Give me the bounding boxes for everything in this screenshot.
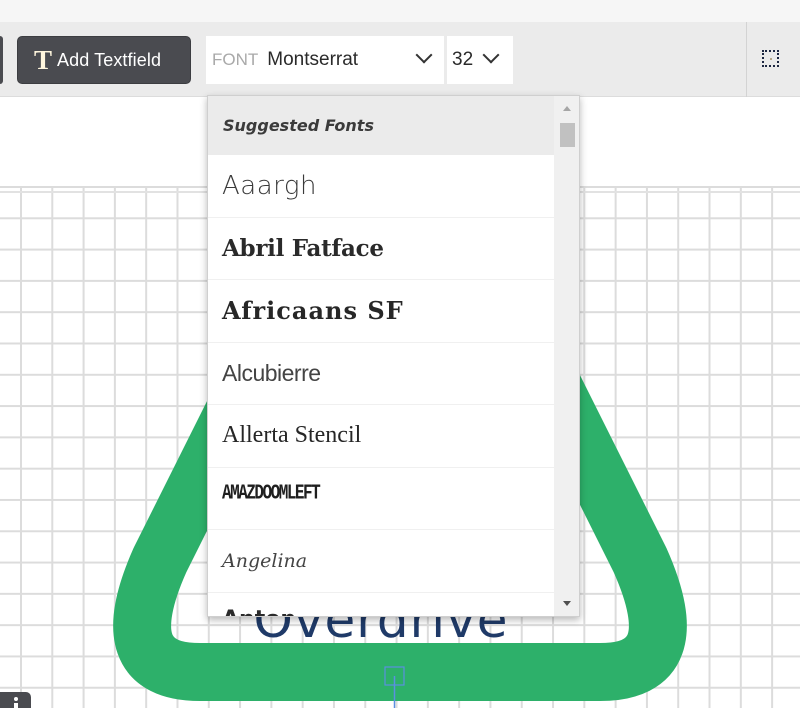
font-option-angelina[interactable]: Angelina [208,530,555,593]
font-option-anton[interactable]: Anton [208,593,555,617]
font-option-allerta-stencil[interactable]: Allerta Stencil [208,405,555,468]
font-option-amazdoomleft[interactable]: AMAZDOOMLEFT [208,468,555,530]
scrollbar-thumb[interactable] [560,123,575,147]
font-option-label: Angelina [222,549,308,572]
font-option-abril-fatface[interactable]: Abril Fatface [208,218,555,280]
font-list: Suggested Fonts Aaargh Abril Fatface Afr… [208,96,555,616]
info-icon [14,697,18,701]
scroll-up-arrow-icon[interactable] [563,106,571,111]
font-option-alcubierre[interactable]: Alcubierre [208,343,555,405]
dropdown-scrollbar[interactable] [554,96,579,616]
suggested-fonts-header: Suggested Fonts [208,96,555,155]
font-option-aaargh[interactable]: Aaargh [208,155,555,218]
font-dropdown-menu: Suggested Fonts Aaargh Abril Fatface Afr… [207,95,580,617]
info-button[interactable] [0,692,31,708]
font-option-label: Alcubierre [222,359,321,386]
font-option-label: Abril Fatface [222,234,384,262]
font-option-label: Allerta Stencil [222,422,362,449]
info-icon-stem [14,703,18,708]
scroll-down-arrow-icon[interactable] [563,601,571,606]
font-option-label: Anton [222,607,296,617]
font-option-africaans-sf[interactable]: Africaans SF [208,280,555,343]
font-option-label: Africaans SF [222,296,404,326]
font-option-label: AMAZDOOMLEFT [222,480,321,505]
font-option-label: Aaargh [222,170,317,201]
